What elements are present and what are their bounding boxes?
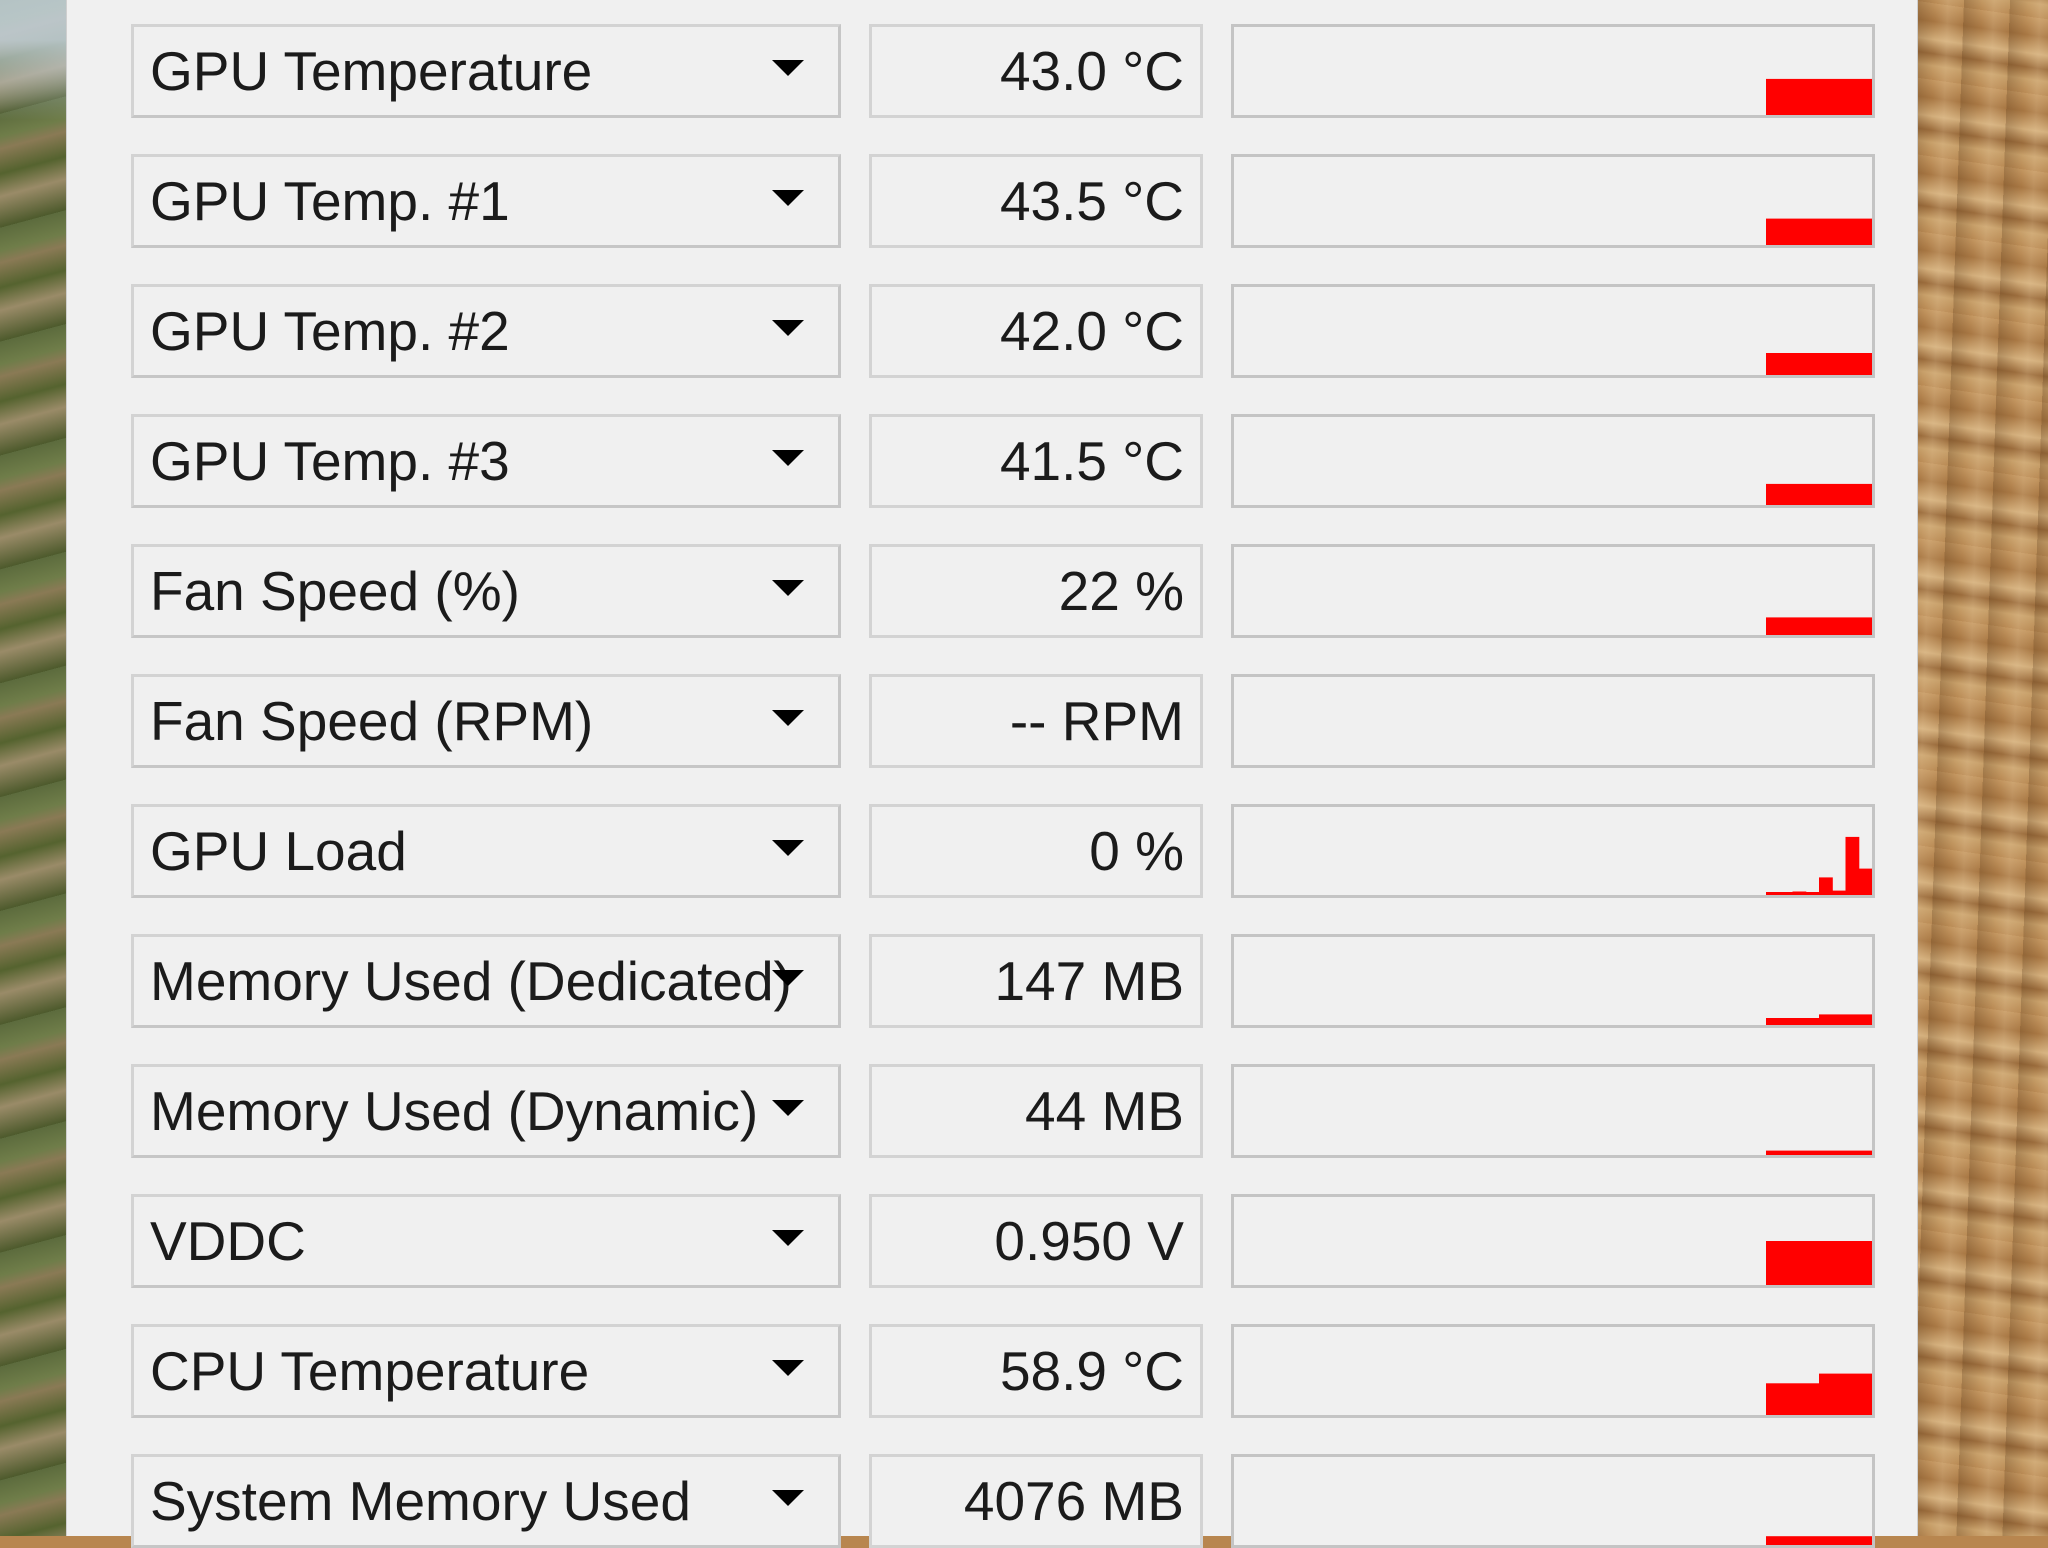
sensor-value-field: 43.0 °C <box>869 24 1203 118</box>
sensor-value-field: 41.5 °C <box>869 414 1203 508</box>
history-bar <box>1766 78 1872 115</box>
sensor-select[interactable]: Memory Used (Dynamic) <box>131 1064 841 1158</box>
desktop-wallpaper-right <box>1918 0 2048 1536</box>
history-bar <box>1766 892 1780 895</box>
sensor-label: Fan Speed (%) <box>150 560 520 622</box>
sensor-label: System Memory Used <box>150 1470 691 1532</box>
chevron-down-icon[interactable] <box>772 840 804 856</box>
chevron-down-icon[interactable] <box>772 580 804 596</box>
sensor-select[interactable]: GPU Temp. #3 <box>131 414 841 508</box>
sensor-select[interactable]: VDDC <box>131 1194 841 1288</box>
sensor-history-graph <box>1231 1454 1875 1548</box>
sensor-value-field: 43.5 °C <box>869 154 1203 248</box>
sensor-label: CPU Temperature <box>150 1340 590 1402</box>
history-bar <box>1766 1536 1872 1545</box>
sensor-value-field: 22 % <box>869 544 1203 638</box>
sensor-value: 58.9 °C <box>999 1340 1184 1402</box>
sensor-value: 147 MB <box>994 950 1184 1012</box>
sensor-label: Fan Speed (RPM) <box>150 690 594 752</box>
sensor-value: 41.5 °C <box>999 430 1184 492</box>
sensor-history-graph <box>1231 24 1875 118</box>
sensor-label: GPU Load <box>150 820 407 882</box>
sensor-value: 42.0 °C <box>999 300 1184 362</box>
sensor-value-field: 4076 MB <box>869 1454 1203 1548</box>
sensor-history-graph <box>1231 154 1875 248</box>
sensor-select[interactable]: System Memory Used <box>131 1454 841 1548</box>
sensor-select[interactable]: GPU Temp. #1 <box>131 154 841 248</box>
sensor-history-graph <box>1231 1194 1875 1288</box>
history-bar <box>1819 1014 1872 1025</box>
history-bar <box>1832 890 1847 895</box>
sensor-value: 0.950 V <box>994 1210 1184 1272</box>
chevron-down-icon[interactable] <box>772 450 804 466</box>
chevron-down-icon[interactable] <box>772 1230 804 1246</box>
sensor-select[interactable]: Fan Speed (RPM) <box>131 674 841 768</box>
history-bar <box>1836 1241 1872 1285</box>
sensor-history-graph <box>1231 414 1875 508</box>
chevron-down-icon[interactable] <box>772 970 804 986</box>
sensor-history-graph <box>1231 284 1875 378</box>
history-bar <box>1858 868 1872 895</box>
chevron-down-icon[interactable] <box>772 60 804 76</box>
sensor-history-graph <box>1231 804 1875 898</box>
sensor-label: Memory Used (Dedicated) <box>150 950 792 1012</box>
history-bar <box>1819 877 1833 895</box>
sensor-label: Memory Used (Dynamic) <box>150 1080 759 1142</box>
history-bar <box>1819 1373 1872 1415</box>
sensor-label: GPU Temperature <box>150 40 593 102</box>
sensor-history-graph <box>1231 544 1875 638</box>
sensor-value-field: 0.950 V <box>869 1194 1203 1288</box>
history-bar <box>1845 836 1860 895</box>
sensor-value-field: 58.9 °C <box>869 1324 1203 1418</box>
sensor-value: 44 MB <box>1025 1080 1184 1142</box>
sensor-label: GPU Temp. #1 <box>150 170 510 232</box>
chevron-down-icon[interactable] <box>772 1100 804 1116</box>
sensor-history-graph <box>1231 1064 1875 1158</box>
sensor-label: GPU Temp. #3 <box>150 430 510 492</box>
sensor-value: 43.5 °C <box>999 170 1184 232</box>
chevron-down-icon[interactable] <box>772 1490 804 1506</box>
history-bar <box>1766 218 1872 245</box>
sensor-history-graph <box>1231 674 1875 768</box>
sensor-value-field: 0 % <box>869 804 1203 898</box>
history-bar <box>1792 891 1807 895</box>
sensor-value-field: -- RPM <box>869 674 1203 768</box>
history-bar <box>1801 1241 1838 1285</box>
sensor-select[interactable]: Memory Used (Dedicated) <box>131 934 841 1028</box>
sensor-select[interactable]: GPU Temp. #2 <box>131 284 841 378</box>
history-bar <box>1766 353 1872 375</box>
chevron-down-icon[interactable] <box>772 710 804 726</box>
history-bar <box>1766 1018 1820 1025</box>
sensor-label: GPU Temp. #2 <box>150 300 510 362</box>
sensors-panel: GPU Temperature 43.0 °C GPU Temp. #1 43.… <box>66 0 1918 1548</box>
sensor-history-graph <box>1231 1324 1875 1418</box>
sensor-select[interactable]: GPU Temperature <box>131 24 841 118</box>
chevron-down-icon[interactable] <box>772 1360 804 1376</box>
sensor-value-field: 147 MB <box>869 934 1203 1028</box>
history-bar <box>1766 1383 1820 1415</box>
sensor-value-field: 42.0 °C <box>869 284 1203 378</box>
history-bar <box>1766 617 1872 635</box>
chevron-down-icon[interactable] <box>772 320 804 336</box>
chevron-down-icon[interactable] <box>772 190 804 206</box>
sensor-select[interactable]: CPU Temperature <box>131 1324 841 1418</box>
sensor-label: VDDC <box>150 1210 306 1272</box>
history-bar <box>1766 1241 1802 1285</box>
history-bar <box>1779 892 1794 895</box>
sensor-value: 0 % <box>1089 820 1184 882</box>
sensor-value: 22 % <box>1058 560 1184 622</box>
sensor-value: -- RPM <box>1009 690 1184 752</box>
history-bar <box>1766 1150 1872 1155</box>
desktop-wallpaper-left <box>0 0 66 1536</box>
sensor-value: 4076 MB <box>963 1470 1184 1532</box>
sensor-value: 43.0 °C <box>999 40 1184 102</box>
sensor-select[interactable]: Fan Speed (%) <box>131 544 841 638</box>
sensor-value-field: 44 MB <box>869 1064 1203 1158</box>
history-bar <box>1805 892 1820 895</box>
history-bar <box>1766 483 1872 505</box>
sensor-select[interactable]: GPU Load <box>131 804 841 898</box>
sensor-history-graph <box>1231 934 1875 1028</box>
